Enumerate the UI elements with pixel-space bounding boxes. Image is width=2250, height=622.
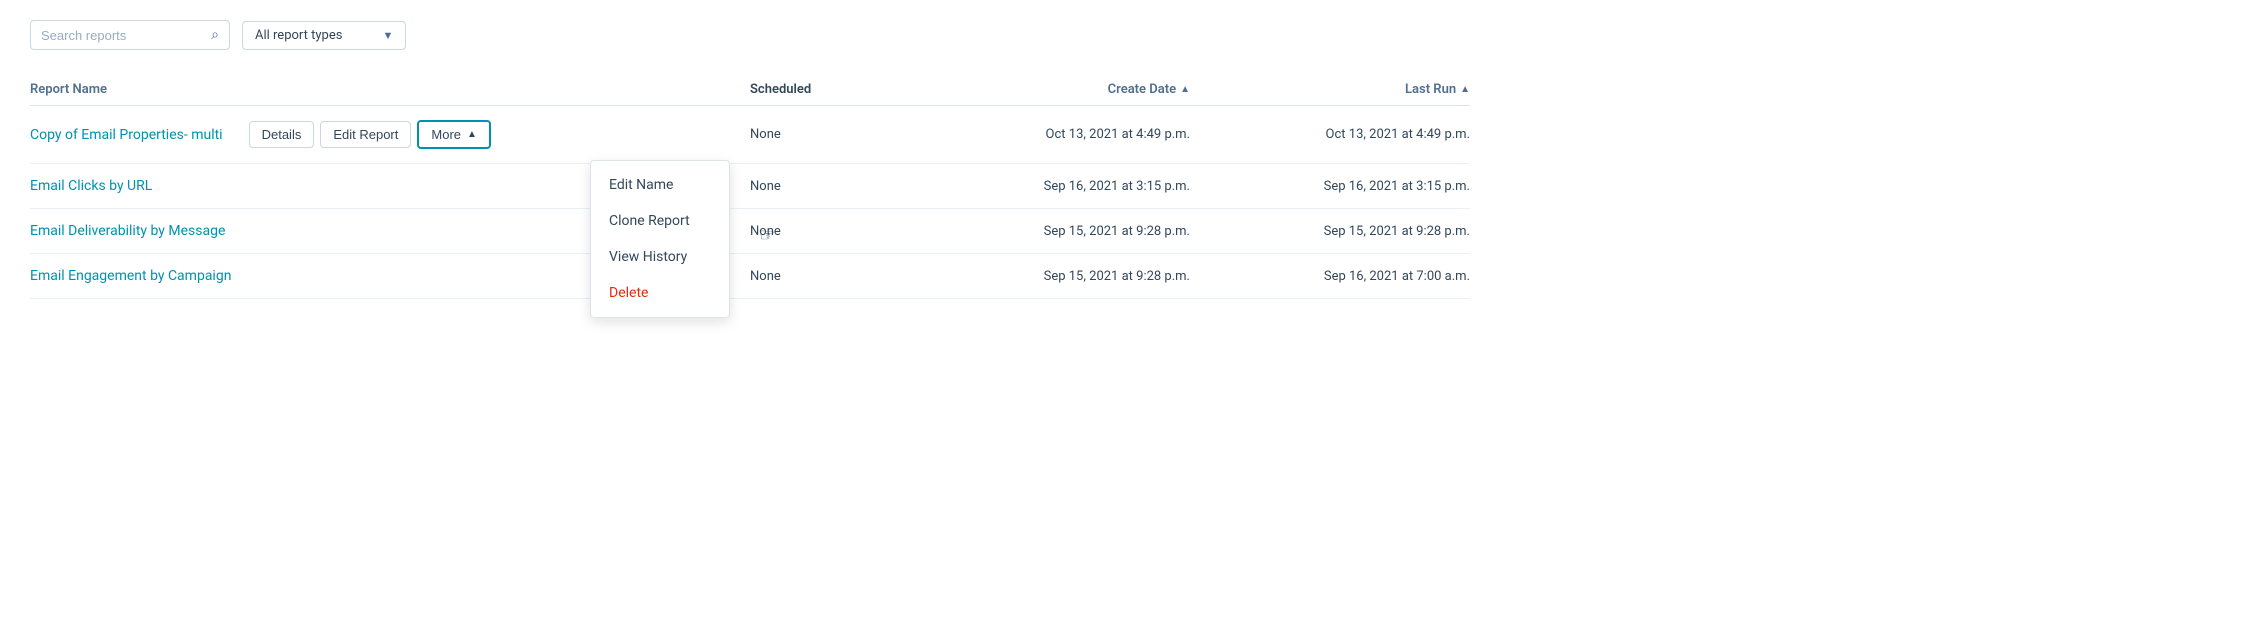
table-row: Email Deliverability by Message None Sep… xyxy=(30,209,1470,254)
page-wrapper: ⌕ All report types ▼ Report Name Schedul… xyxy=(0,0,1500,319)
caret-up-icon: ▲ xyxy=(467,129,477,140)
chevron-down-icon: ▼ xyxy=(382,29,393,42)
search-icon: ⌕ xyxy=(211,27,219,43)
table-row: Email Engagement by Campaign None Sep 15… xyxy=(30,254,1470,299)
dropdown-item-edit-name[interactable]: Edit Name xyxy=(591,167,729,203)
header-last-run: Last Run ▲ xyxy=(1190,82,1470,97)
scheduled-value: None xyxy=(750,269,910,284)
sort-icon-lastrun: ▲ xyxy=(1460,84,1470,95)
report-link[interactable]: Email Engagement by Campaign xyxy=(30,268,231,284)
last-run-value: Sep 15, 2021 at 9:28 p.m. xyxy=(1190,224,1470,239)
table-row: Copy of Email Properties- multi Details … xyxy=(30,106,1470,164)
scheduled-value: None xyxy=(750,127,910,142)
last-run-value: Oct 13, 2021 at 4:49 p.m. xyxy=(1190,127,1470,142)
scheduled-value: None xyxy=(750,224,910,239)
report-link[interactable]: Email Clicks by URL xyxy=(30,178,152,194)
sort-icon-create: ▲ xyxy=(1180,84,1190,95)
edit-report-button[interactable]: Edit Report xyxy=(320,121,411,148)
create-date-value: Sep 15, 2021 at 9:28 p.m. xyxy=(910,224,1190,239)
create-date-value: Oct 13, 2021 at 4:49 p.m. xyxy=(910,127,1190,142)
report-link[interactable]: Copy of Email Properties- multi xyxy=(30,127,223,143)
table-row: Email Clicks by URL None Sep 16, 2021 at… xyxy=(30,164,1470,209)
table-header: Report Name Scheduled Create Date ▲ Last… xyxy=(30,74,1470,106)
last-run-value: Sep 16, 2021 at 3:15 p.m. xyxy=(1190,179,1470,194)
details-button[interactable]: Details xyxy=(249,121,315,148)
report-type-filter[interactable]: All report types ▼ xyxy=(242,21,406,50)
header-scheduled: Scheduled xyxy=(750,82,910,97)
create-date-value: Sep 16, 2021 at 3:15 p.m. xyxy=(910,179,1190,194)
header-report-name: Report Name xyxy=(30,82,750,97)
dropdown-item-delete[interactable]: Delete xyxy=(591,275,729,311)
header-create-date: Create Date ▲ xyxy=(910,82,1190,97)
row-actions: Details Edit Report More ▲ xyxy=(249,120,491,149)
reports-table: Report Name Scheduled Create Date ▲ Last… xyxy=(30,74,1470,299)
search-input[interactable] xyxy=(41,28,207,43)
filter-label: All report types xyxy=(255,28,342,43)
dropdown-item-view-history[interactable]: View History xyxy=(591,239,729,275)
dropdown-item-clone[interactable]: Clone Report ☞ xyxy=(591,203,729,239)
scheduled-value: None xyxy=(750,179,910,194)
report-link[interactable]: Email Deliverability by Message xyxy=(30,223,225,239)
more-dropdown-menu: Edit Name Clone Report ☞ View History De… xyxy=(590,160,730,318)
report-name-cell: Copy of Email Properties- multi Details … xyxy=(30,120,750,149)
more-button[interactable]: More ▲ xyxy=(417,120,491,149)
last-run-value: Sep 16, 2021 at 7:00 a.m. xyxy=(1190,269,1470,284)
create-date-value: Sep 15, 2021 at 9:28 p.m. xyxy=(910,269,1190,284)
toolbar: ⌕ All report types ▼ xyxy=(30,20,1470,50)
search-box: ⌕ xyxy=(30,20,230,50)
